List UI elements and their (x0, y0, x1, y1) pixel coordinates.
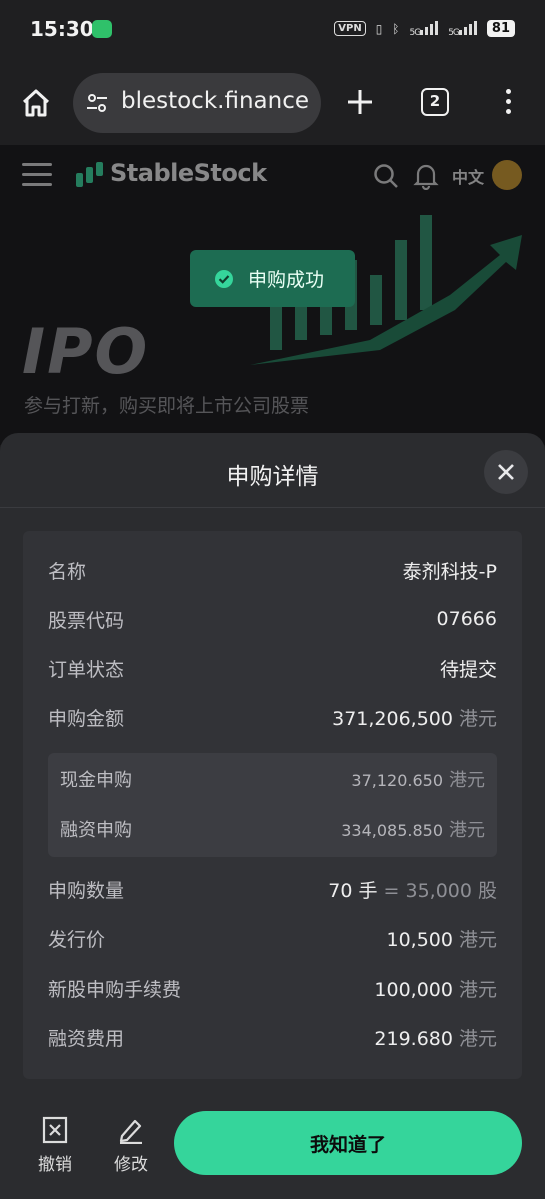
row-margin-subscription: 融资申购 334,085.850 港元 (60, 820, 485, 841)
edit-order-button[interactable]: 修改 (106, 1116, 156, 1175)
search-icon[interactable] (373, 163, 399, 189)
close-button[interactable] (484, 450, 528, 494)
edit-label: 修改 (114, 1155, 148, 1175)
new-tab-icon[interactable] (346, 88, 374, 116)
edit-icon (119, 1119, 142, 1144)
row-issue-price: 发行价 10,500 港元 (48, 928, 497, 951)
tab-switcher-button[interactable]: 2 (421, 88, 449, 116)
cancel-order-button[interactable]: 撤销 (30, 1116, 80, 1175)
language-switch[interactable]: 中文 (452, 164, 484, 188)
close-icon (498, 464, 514, 480)
status-icons: VPN ▯ ᛒ 5G 5G 81 (334, 19, 515, 38)
row-quantity: 申购数量 70 手 = 35,000 股 (48, 879, 497, 902)
status-bar: 15:30 VPN ▯ ᛒ 5G 5G 81 (0, 0, 545, 60)
row-financing-fee: 融资费用 219.680 港元 (48, 1027, 497, 1050)
clock: 15:30 (30, 17, 94, 41)
cancel-icon (42, 1116, 68, 1144)
address-bar[interactable]: stablestock.finance (73, 73, 321, 133)
more-menu-icon[interactable] (500, 86, 516, 118)
cancel-label: 撤销 (38, 1155, 72, 1175)
divider (0, 507, 545, 508)
check-circle-icon (215, 269, 233, 288)
success-toast: 申购成功 (190, 250, 355, 307)
toast-text: 申购成功 (248, 269, 325, 291)
home-icon[interactable] (20, 87, 52, 119)
signal-icon-1: 5G (410, 19, 439, 38)
sheet-title: 申购详情 (226, 464, 319, 490)
url-text: stablestock.finance (119, 88, 309, 114)
row-name: 名称 泰剂科技-P (48, 560, 497, 583)
row-subscription-amount: 申购金额 371,206,500 港元 (48, 707, 497, 730)
hero-subtitle: 参与打新，购买即将上市公司股票 (24, 395, 310, 417)
row-subscription-fee: 新股申购手续费 100,000 港元 (48, 978, 497, 1001)
detail-card: 名称 泰剂科技-P 股票代码 07666 订单状态 待提交 申购金额 371,2… (23, 531, 522, 1079)
vibrate-icon: ▯ (375, 21, 383, 36)
wallet-coin-icon[interactable] (492, 160, 522, 190)
row-stock-code: 股票代码 07666 (48, 608, 497, 632)
amount-breakdown: 现金申购 37,120.650 港元 融资申购 334,085.850 港元 (48, 753, 497, 857)
browser-toolbar: stablestock.finance 2 (0, 60, 545, 145)
acknowledge-button[interactable]: 我知道了 (174, 1111, 522, 1175)
row-order-status: 订单状态 待提交 (48, 658, 497, 681)
subscription-detail-sheet: 申购详情 名称 泰剂科技-P 股票代码 07666 订单状态 待提交 申购金额 … (0, 433, 545, 1199)
vpn-icon: VPN (334, 21, 366, 36)
brand-name: StableStock (110, 159, 267, 187)
site-settings-icon[interactable] (85, 91, 109, 115)
bell-icon[interactable] (413, 162, 439, 190)
battery-icon: 81 (486, 20, 515, 37)
bluetooth-icon: ᛒ (392, 21, 400, 36)
wechat-notification-icon (92, 20, 112, 38)
signal-icon-2: 5G (448, 19, 477, 38)
stablestock-logo-icon (76, 162, 103, 187)
row-cash-subscription: 现金申购 37,120.650 港元 (60, 770, 485, 791)
hamburger-menu-icon[interactable] (22, 163, 52, 187)
hero-title: IPO (22, 315, 150, 388)
